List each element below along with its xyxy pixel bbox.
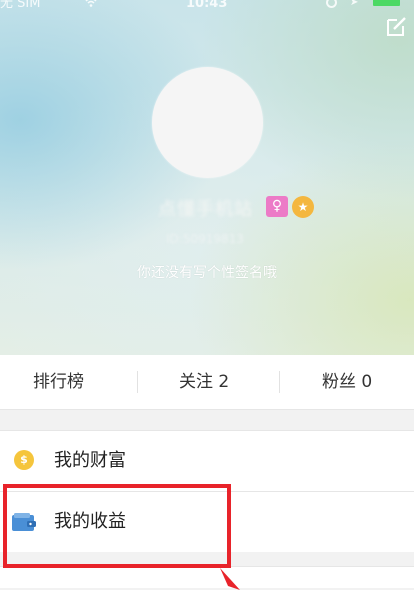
carrier-label: 无 SIM (0, 0, 41, 11)
female-gender-icon: ♀ (266, 196, 288, 217)
menu-item-label: 我的财富 (54, 450, 126, 471)
avatar[interactable] (152, 67, 263, 178)
pointer-arrow-icon (220, 568, 240, 590)
menu-item-my-wealth[interactable]: $ 我的财富 (0, 431, 414, 491)
menu-list: $ 我的财富 我的收益 (0, 430, 414, 552)
status-time: 10:43 (186, 0, 228, 11)
signature-text[interactable]: 你还没有写个性签名哦 (0, 262, 414, 282)
star-level-icon: ★ (292, 196, 314, 218)
edit-profile-button[interactable] (384, 14, 408, 38)
status-bar: 无 SIM 10:43 ➤ (0, 0, 414, 14)
menu-item-my-earnings[interactable]: 我的收益 (0, 491, 414, 552)
username: 点懂手机站 (158, 199, 253, 220)
wallet-icon (12, 513, 36, 531)
profile-header: 无 SIM 10:43 ➤ 点懂手机站 ♀ ★ ID:50919813 你还没有… (0, 0, 414, 355)
stats-divider (279, 371, 280, 393)
follow-count-button[interactable]: 关注 2 (179, 355, 229, 409)
coin-icon: $ (14, 450, 34, 470)
stats-bar: 排行榜 关注 2 粉丝 0 (0, 355, 414, 410)
menu-item-label: 我的收益 (54, 511, 126, 532)
ranking-button[interactable]: 排行榜 (33, 355, 84, 409)
rotation-lock-icon (326, 0, 337, 8)
menu-item-next[interactable] (0, 566, 414, 588)
fans-count-button[interactable]: 粉丝 0 (322, 355, 372, 409)
location-icon: ➤ (350, 0, 359, 8)
stats-divider (137, 371, 138, 393)
battery-icon (373, 0, 400, 6)
wifi-icon (85, 0, 97, 7)
user-id: ID:50919813 (166, 232, 244, 246)
